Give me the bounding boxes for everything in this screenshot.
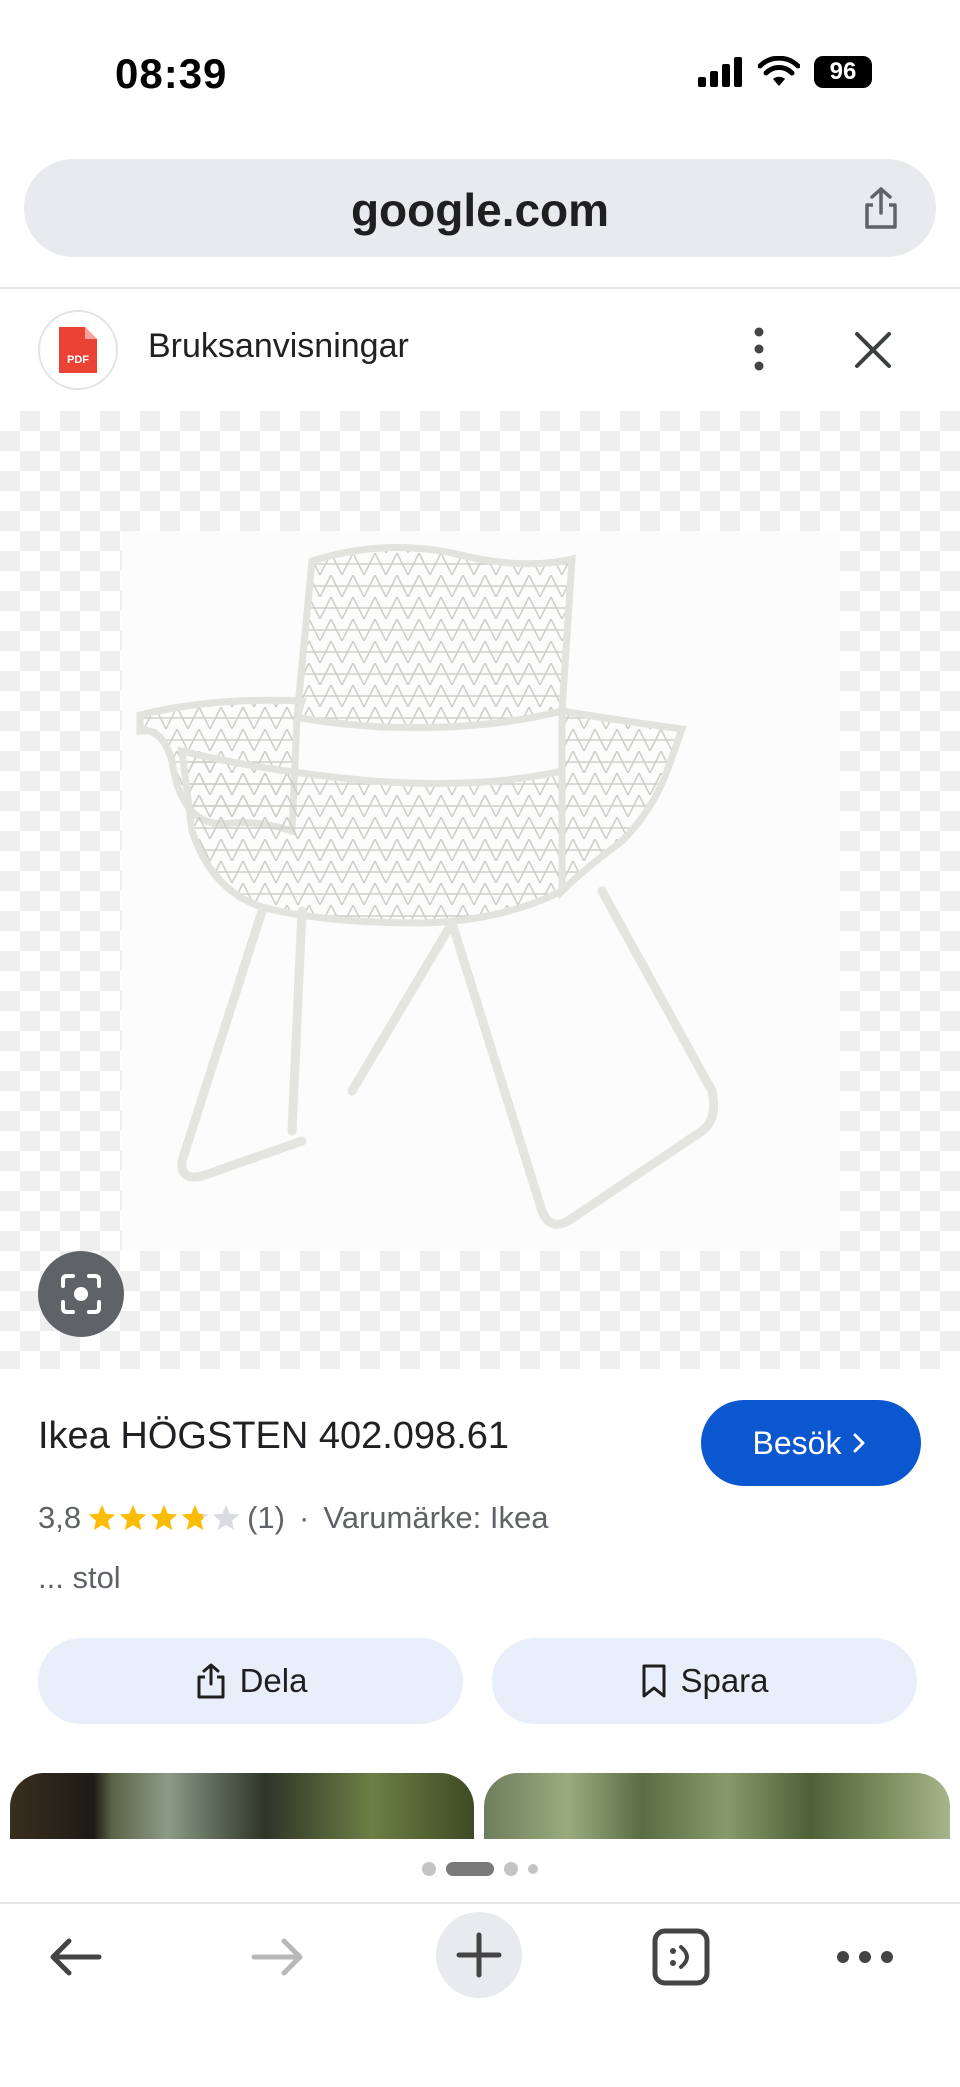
save-button[interactable]: Spara — [492, 1638, 917, 1724]
source-name[interactable]: Bruksanvisningar — [148, 327, 409, 366]
source-favicon: PDF — [38, 310, 118, 390]
tabs-button[interactable] — [636, 1912, 726, 2002]
share-button[interactable]: Dela — [38, 1638, 463, 1724]
google-lens-button[interactable] — [38, 1251, 124, 1337]
star-icon — [181, 1504, 209, 1531]
chevron-right-icon — [853, 1433, 865, 1453]
url-text[interactable]: google.com — [24, 183, 936, 237]
wifi-icon — [758, 56, 800, 86]
tabs-icon — [652, 1928, 710, 1986]
address-bar[interactable]: google.com — [24, 159, 936, 257]
bookmark-icon — [642, 1664, 666, 1698]
page-dot — [504, 1862, 518, 1876]
brand-label: Varumärke: Ikea — [323, 1500, 549, 1535]
share-icon — [197, 1663, 225, 1699]
image-viewer[interactable] — [0, 411, 960, 1369]
forward-button[interactable] — [233, 1912, 323, 2002]
rating-value: 3,8 — [38, 1500, 82, 1535]
more-options-icon[interactable] — [744, 326, 774, 372]
status-icons: 96 — [698, 56, 872, 88]
lens-icon — [61, 1274, 101, 1314]
battery-indicator: 96 — [814, 56, 872, 88]
status-time: 08:39 — [115, 50, 228, 97]
pdf-icon-label: PDF — [67, 354, 89, 366]
signal-icon — [698, 57, 742, 87]
more-menu-button[interactable] — [820, 1912, 910, 2002]
page-dot — [422, 1862, 436, 1876]
header-divider — [0, 287, 960, 289]
related-image-card[interactable] — [484, 1773, 950, 1839]
rating-stars — [87, 1503, 241, 1533]
save-label: Spara — [680, 1662, 769, 1699]
share-icon[interactable] — [856, 183, 906, 233]
page-indicator — [0, 1862, 960, 1876]
page-dot — [528, 1864, 538, 1874]
arrow-left-icon — [50, 1938, 102, 1976]
toolbar-divider — [0, 1902, 960, 1904]
related-image-card[interactable] — [10, 1773, 474, 1839]
star-icon — [212, 1504, 240, 1531]
product-description: ... stol — [38, 1560, 121, 1595]
separator: · — [299, 1500, 310, 1535]
pdf-icon: PDF — [59, 327, 97, 373]
close-icon[interactable] — [850, 327, 896, 373]
product-image — [122, 531, 840, 1251]
back-button[interactable] — [30, 1912, 120, 2002]
visit-button[interactable]: Besök — [701, 1400, 921, 1486]
plus-icon — [456, 1932, 502, 1978]
chair-illustration — [136, 544, 719, 1229]
page-dot-active — [446, 1862, 494, 1876]
product-title[interactable]: Ikea HÖGSTEN 402.098.61 — [38, 1415, 509, 1458]
star-icon — [119, 1504, 147, 1531]
new-tab-button[interactable] — [436, 1912, 522, 1998]
visit-label: Besök — [752, 1424, 842, 1461]
share-label: Dela — [239, 1662, 308, 1699]
more-horizontal-icon — [837, 1951, 893, 1963]
rating-count[interactable]: (1) — [247, 1500, 285, 1536]
rating-row: 3,8 (1) · Varumärke: Ikea — [38, 1500, 548, 1536]
star-icon — [88, 1504, 116, 1531]
star-icon — [150, 1504, 178, 1531]
arrow-right-icon — [251, 1938, 303, 1976]
